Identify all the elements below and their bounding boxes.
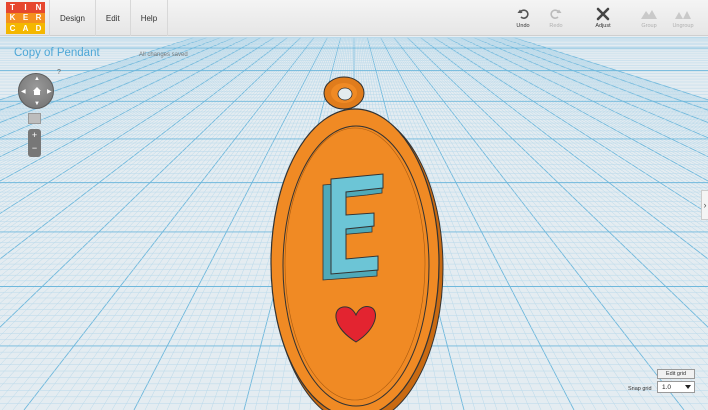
top-toolbar: TIN KER CAD Design Edit Help Undo Redo Adj… (0, 0, 708, 36)
logo-letter: D (32, 23, 45, 34)
logo-letter: E (19, 12, 32, 24)
side-panel-toggle[interactable]: › (701, 190, 708, 220)
group-icon (632, 6, 666, 22)
home-view-icon[interactable] (31, 85, 43, 97)
logo-letter: T (6, 2, 19, 13)
ungroup-button[interactable]: Ungroup (666, 6, 700, 34)
adjust-icon (586, 6, 620, 22)
help-question-icon[interactable]: ? (57, 69, 61, 76)
group-button[interactable]: Group (632, 6, 666, 34)
undo-icon (506, 6, 540, 22)
logo-letter: C (6, 23, 19, 34)
adjust-button[interactable]: Adjust (586, 6, 620, 34)
chevron-right-icon: › (703, 200, 707, 210)
undo-button[interactable]: Undo (506, 6, 540, 34)
pendant-model[interactable] (0, 37, 708, 410)
menu-design[interactable]: Design (49, 0, 95, 36)
logo-letter: K (6, 12, 19, 24)
menu-help[interactable]: Help (129, 0, 169, 36)
pendant-hole (337, 87, 353, 101)
tinkercad-logo[interactable]: TIN KER CAD (6, 2, 45, 34)
arrow-down-icon[interactable]: ▼ (34, 101, 40, 107)
arrow-right-icon[interactable]: ▶ (47, 88, 52, 95)
ungroup-icon (666, 6, 700, 22)
document-title[interactable]: Copy of Pendant (14, 47, 100, 59)
snap-grid-select[interactable]: 1.0 (657, 381, 695, 393)
dropdown-caret-icon (685, 385, 691, 389)
save-status: All changes saved (139, 52, 188, 58)
zoom-in-button[interactable]: + (28, 129, 41, 142)
fit-view-button[interactable] (28, 113, 41, 124)
redo-button[interactable]: Redo (539, 6, 573, 34)
logo-letter: N (32, 2, 45, 13)
snap-grid-label: Snap grid (628, 386, 652, 392)
logo-letter: R (32, 12, 45, 24)
arrow-left-icon[interactable]: ◀ (21, 88, 26, 95)
logo-letter: I (19, 2, 32, 13)
menu-edit[interactable]: Edit (94, 0, 130, 36)
redo-icon (539, 6, 573, 22)
logo-letter: A (19, 23, 32, 34)
arrow-up-icon[interactable]: ▲ (34, 76, 40, 82)
main-menu: Design Edit Help (49, 0, 169, 36)
workplane[interactable] (0, 37, 708, 410)
edit-grid-button[interactable]: Edit grid (657, 369, 695, 379)
view-navigator[interactable]: ▲ ▼ ◀ ▶ (18, 73, 54, 109)
zoom-control[interactable]: + − (28, 129, 41, 157)
zoom-out-button[interactable]: − (28, 142, 41, 155)
